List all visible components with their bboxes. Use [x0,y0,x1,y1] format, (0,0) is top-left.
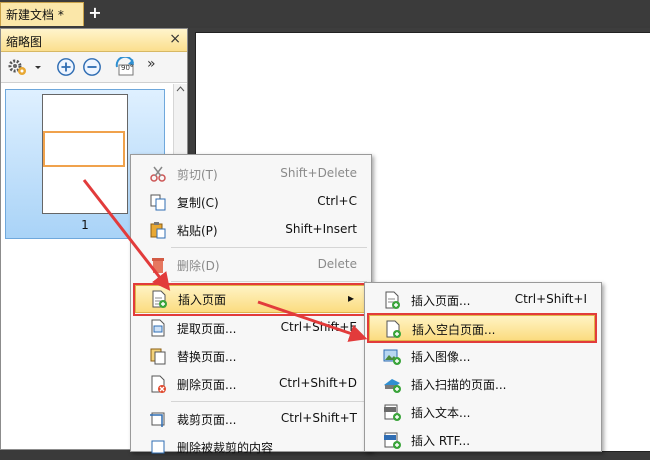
panel-title: 缩略图 [6,35,43,49]
insert-page-icon [385,291,400,309]
submenu-item-insert-rtf[interactable]: 插入 RTF... [365,427,601,453]
delete-page-icon [151,375,166,393]
scroll-up-icon[interactable] [174,84,187,94]
paste-icon [150,222,166,239]
rotate-90-icon[interactable]: 90° [113,55,139,77]
scanner-icon [384,379,401,393]
new-tab-button[interactable]: + [86,5,104,23]
menu-separator [171,247,367,248]
menu-separator [171,281,367,282]
replace-page-icon [150,348,166,365]
menu-item-copy[interactable]: 复制(C) Ctrl+C [131,189,371,215]
submenu-item-insert-image[interactable]: 插入图像... [365,343,601,369]
scissors-icon [150,166,166,182]
zoom-in-icon[interactable] [55,57,77,77]
menu-item-delete[interactable]: 删除(D) Delete [131,252,371,278]
insert-page-submenu: 插入页面... Ctrl+Shift+I 插入空白页面... 插入图像... 插… [364,282,602,452]
document-tab[interactable]: 新建文档 * [0,2,84,26]
trash-icon [152,258,164,273]
delete-cropped-icon [151,440,165,454]
more-tools-icon[interactable]: » [147,56,156,76]
menu-item-crop-page[interactable]: 裁剪页面... Ctrl+Shift+T [131,406,371,432]
menu-separator [171,401,367,402]
page-thumbnail-image[interactable] [42,94,128,214]
submenu-item-insert-text[interactable]: 插入文本... [365,399,601,425]
thumbnail-view-rect [43,131,125,167]
annotation-box [367,313,597,343]
extract-page-icon [151,319,165,337]
menu-item-delete-page[interactable]: 删除页面... Ctrl+Shift+D [131,371,371,397]
text-file-icon [384,404,401,421]
submenu-item-insert-scanned[interactable]: 插入扫描的页面... [365,371,601,397]
menu-item-replace-page[interactable]: 替换页面... [131,343,371,369]
menu-item-extract-page[interactable]: 提取页面... Ctrl+Shift+E [131,315,371,341]
rotate-label: 90° [121,64,134,72]
crop-page-icon [150,412,165,427]
panel-close-button[interactable]: × [169,31,181,47]
submenu-item-insert-page[interactable]: 插入页面... Ctrl+Shift+I [365,287,601,313]
menu-item-cut[interactable]: 剪切(T) Shift+Delete [131,161,371,187]
copy-icon [150,194,166,211]
chevron-down-icon[interactable] [33,57,43,77]
context-menu: 剪切(T) Shift+Delete 复制(C) Ctrl+C 粘贴(P) Sh… [130,154,372,455]
gear-options-icon[interactable] [7,57,29,77]
zoom-out-icon[interactable] [81,57,103,77]
panel-header: 缩略图 × [1,29,187,52]
menu-item-paste[interactable]: 粘贴(P) Shift+Insert [131,217,371,243]
rtf-file-icon [384,432,401,449]
tab-bar: 新建文档 * + [0,0,650,26]
panel-toolbar: 90° » [1,52,187,83]
image-icon [383,349,401,365]
annotation-box [133,283,367,316]
menu-item-delete-cropped[interactable]: 删除被裁剪的内容 [131,434,371,460]
